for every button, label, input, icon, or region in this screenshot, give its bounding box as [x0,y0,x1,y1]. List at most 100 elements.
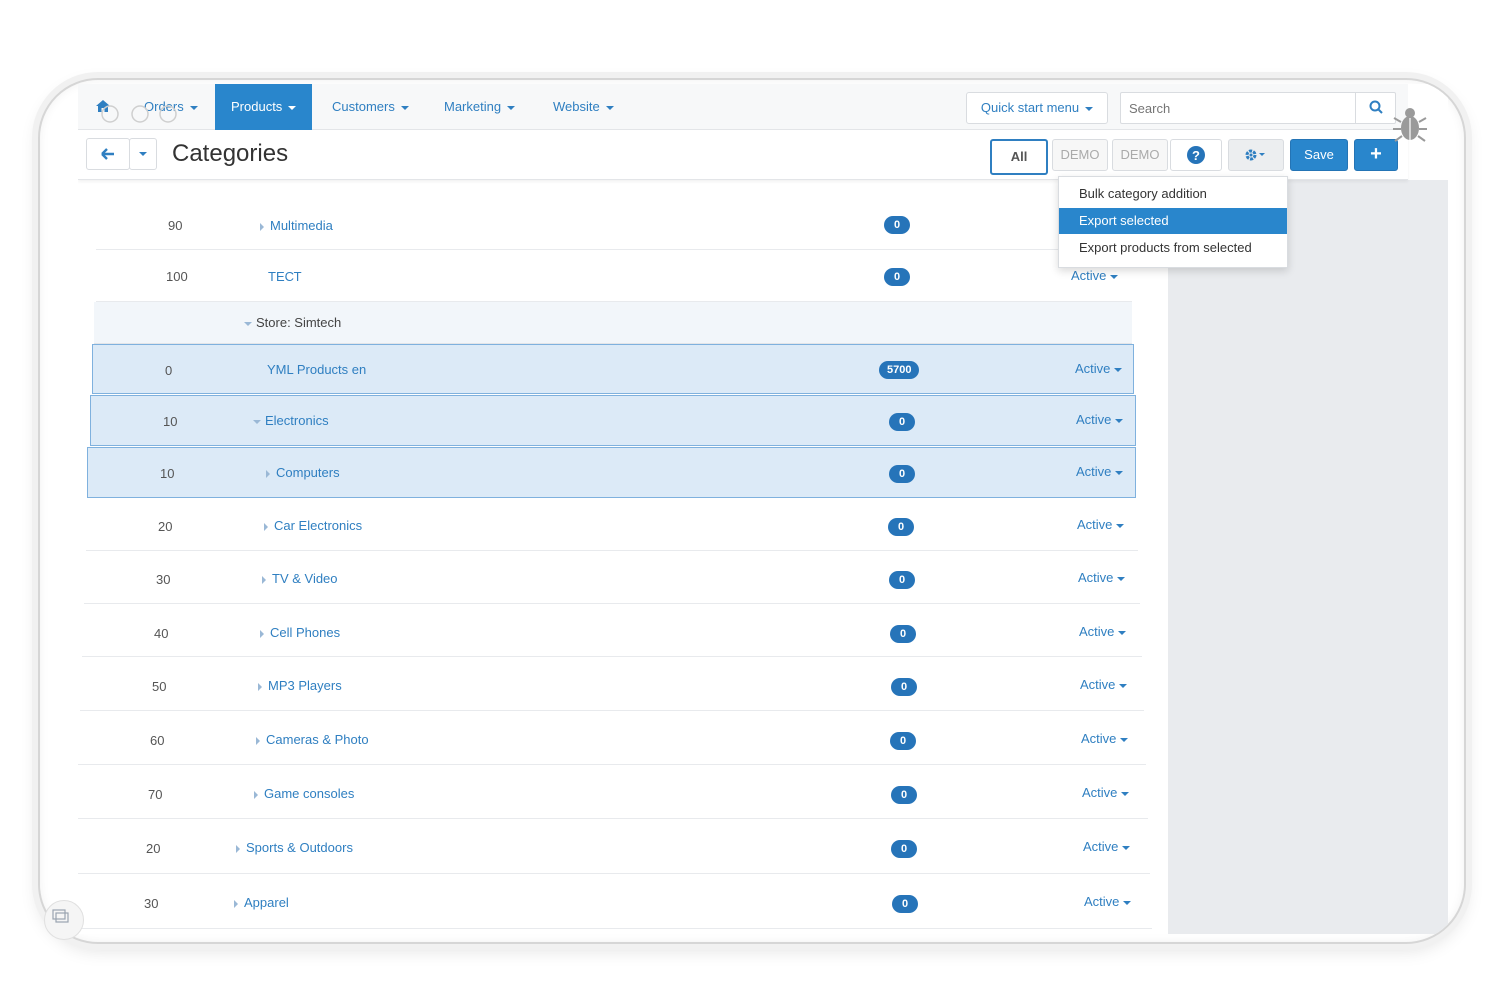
product-count-badge: 0 [889,465,915,483]
demo-button-2[interactable]: DEMO [1112,139,1168,171]
product-count-badge: 0 [892,895,918,913]
caret-down-icon [288,105,297,110]
save-button[interactable]: Save [1290,139,1348,171]
status-dropdown[interactable]: Active [1078,570,1126,585]
product-count-badge: 0 [891,840,917,858]
caret-down-icon [1115,470,1124,475]
actions-dropdown: Bulk category addition Export selected E… [1058,176,1288,268]
status-dropdown[interactable]: Active [1084,894,1132,909]
expand-icon [258,682,262,691]
status-dropdown[interactable]: Active [1076,412,1124,427]
expand-icon [234,899,238,908]
product-count-badge: 0 [890,625,916,643]
caret-down-icon [1114,367,1123,372]
caret-down-icon [400,105,409,110]
search-icon [1369,100,1383,114]
demo-button-1[interactable]: DEMO [1052,139,1108,171]
caret-down-icon [1116,523,1125,528]
expand-icon [262,575,266,584]
caret-down-icon [1122,845,1131,850]
bulk-category-addition-item[interactable]: Bulk category addition [1059,181,1287,207]
export-selected-item[interactable]: Export selected [1059,208,1287,234]
table-row[interactable]: 90 Multimedia 0 [96,198,1132,250]
status-dropdown[interactable]: Active [1081,731,1129,746]
caret-down-icon [1119,683,1128,688]
table-row[interactable]: 10 Computers 0 Active [87,447,1136,498]
gear-icon [1245,149,1265,161]
nav-marketing[interactable]: Marketing [444,84,516,130]
table-row[interactable]: 100 ТЕСТ 0 Active [96,250,1132,302]
collapse-icon [244,321,252,326]
status-dropdown[interactable]: Active [1080,677,1128,692]
table-row[interactable]: 30 Apparel 0 Active [78,874,1152,929]
search-button[interactable] [1355,93,1395,123]
expand-icon [256,736,260,745]
table-row[interactable]: 70 Game consoles 0 Active [78,765,1148,819]
settings-button[interactable] [1228,139,1284,171]
page-title: Categories [172,140,289,167]
table-row[interactable]: 60 Cameras & Photo 0 Active [78,711,1146,765]
table-row[interactable]: 20 Sports & Outdoors 0 Active [78,819,1150,874]
plus-icon: + [1370,143,1382,165]
question-circle-icon: ? [1187,146,1205,164]
caret-down-icon [507,105,516,110]
search-box [1120,92,1396,124]
store-group-row[interactable]: Store: Simtech [94,302,1132,344]
quick-start-menu-button[interactable]: Quick start menu [966,92,1108,124]
caret-down-icon [1118,630,1127,635]
nav-customers[interactable]: Customers [332,84,409,130]
product-count-badge: 0 [888,518,914,536]
table-row[interactable]: 10 Electronics 0 Active [90,395,1136,446]
side-panel [1168,180,1448,934]
caret-down-icon [1123,900,1132,905]
caret-down-icon [1115,418,1124,423]
caret-down-icon [1110,274,1119,279]
expand-icon [264,522,268,531]
caret-down-icon [189,105,198,110]
caret-down-icon [139,152,147,156]
nav-products[interactable]: Products [215,84,313,130]
product-count-badge: 5700 [879,361,920,379]
product-count-badge: 0 [891,678,917,696]
admin-screen: Orders Products Customers Marketing Webs… [78,84,1448,934]
status-dropdown[interactable]: Active [1071,268,1119,283]
status-dropdown[interactable]: Active [1079,624,1127,639]
product-count-badge: 0 [889,413,915,431]
expand-icon [236,844,240,853]
product-count-badge: 0 [884,268,910,286]
table-row[interactable]: 40 Cell Phones 0 Active [82,604,1142,657]
expand-icon [260,629,264,638]
table-row[interactable]: 30 TV & Video 0 Active [84,551,1140,604]
caret-down-icon [1085,106,1094,111]
caret-down-icon [1117,576,1126,581]
product-count-badge: 0 [889,571,915,589]
table-row[interactable]: 0 YML Products en 5700 Active [92,344,1134,394]
product-count-badge: 0 [890,732,916,750]
table-row[interactable]: 20 Car Electronics 0 Active [86,498,1138,551]
loading-spinner-icon [101,105,177,123]
expand-icon [266,469,270,478]
expand-icon [254,790,258,799]
corner-widget-icon[interactable] [44,900,84,940]
svg-text:?: ? [1192,148,1200,163]
caret-down-icon [1121,791,1130,796]
page-toolbar: Categories All DEMO DEMO ? Save + [78,130,1408,180]
product-count-badge: 0 [884,216,910,234]
back-button[interactable] [86,138,130,170]
status-dropdown[interactable]: Active [1083,839,1131,854]
status-dropdown[interactable]: Active [1076,464,1124,479]
collapse-icon [253,419,261,424]
status-dropdown[interactable]: Active [1082,785,1130,800]
export-products-item[interactable]: Export products from selected [1059,235,1287,261]
table-row[interactable]: 50 MP3 Players 0 Active [80,657,1144,711]
top-navigation: Orders Products Customers Marketing Webs… [78,84,1408,130]
back-dropdown-button[interactable] [129,138,157,170]
nav-website[interactable]: Website [553,84,614,130]
search-input[interactable] [1121,93,1357,123]
expand-icon [260,222,264,231]
status-dropdown[interactable]: Active [1077,517,1125,532]
help-button[interactable]: ? [1170,139,1222,171]
bug-icon[interactable] [1392,104,1428,144]
status-dropdown[interactable]: Active [1075,361,1123,376]
all-button[interactable]: All [990,139,1048,175]
